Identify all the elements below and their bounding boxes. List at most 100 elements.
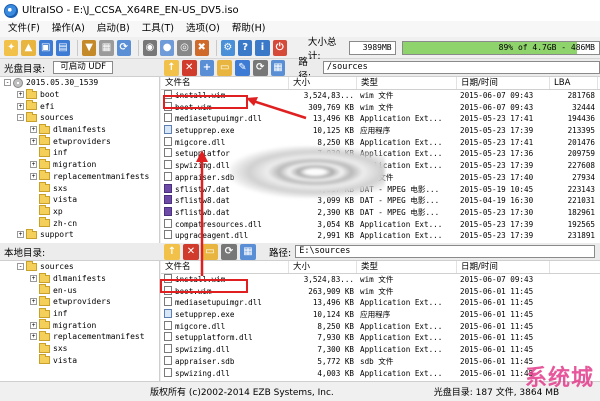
tree-expander[interactable]: - [4, 79, 11, 87]
menu-help[interactable]: 帮助(H) [226, 21, 272, 37]
local-up-folder-icon[interactable]: ↑ [164, 243, 180, 260]
file-row[interactable]: setupprep.exe 10,124 KB 应用程序 2015-06-01 11:… [161, 309, 600, 321]
save-icon[interactable]: ▣ [38, 39, 53, 56]
file-row[interactable]: upgradeagent.dll 2,991 KB Application Ext.… [161, 230, 600, 242]
view-icon[interactable]: ▦ [270, 59, 286, 76]
tree-node[interactable]: vista [0, 193, 159, 206]
file-date: 2015-05-23 17:41 [460, 137, 534, 147]
tree-expander[interactable]: + [17, 91, 24, 99]
info-icon[interactable]: i [255, 39, 270, 56]
tree-node[interactable]: + replacementmanifests [0, 170, 159, 183]
refresh-icon[interactable]: ⟳ [252, 59, 268, 76]
media-file-icon [164, 195, 172, 205]
local-col-type[interactable]: 类型 [357, 261, 457, 273]
local-refresh-icon[interactable]: ⟳ [221, 243, 237, 260]
local-delete-icon[interactable]: ✕ [183, 243, 199, 260]
file-name-text: mediasetupuimgr.dll [175, 298, 262, 308]
compress-icon[interactable]: ▦ [99, 39, 114, 56]
file-row[interactable]: setupplatform.dll 7,930 KB Application Ext… [161, 332, 600, 344]
disc-path-field[interactable]: /sources [322, 61, 600, 74]
file-row[interactable]: mediasetupuimgr.dll 13,496 KB Application … [161, 297, 600, 309]
properties-icon[interactable]: ✎ [235, 59, 250, 76]
file-row[interactable]: compatresources.dll 3,054 KB Application E… [161, 218, 600, 231]
tree-expander[interactable]: + [17, 102, 24, 110]
burn-icon[interactable]: ● [160, 39, 175, 56]
tree-node[interactable]: - sources [0, 111, 159, 124]
tree-node[interactable]: + boot [0, 88, 159, 101]
new-icon[interactable]: ✦ [4, 39, 19, 56]
virtual-drive-icon[interactable]: ◎ [177, 39, 192, 56]
tree-expander[interactable]: + [30, 161, 37, 169]
tree-node[interactable]: - 2015.05.30_1539 [0, 77, 159, 89]
tree-node[interactable]: vista [0, 354, 159, 367]
tree-node[interactable]: zh-cn [0, 217, 159, 229]
tree-node[interactable]: + replacementmanifest [0, 330, 159, 343]
bootable-udf-label[interactable]: 可启动 UDF [53, 61, 114, 74]
tree-node[interactable]: inf [0, 146, 159, 159]
tree-node[interactable]: sxs [0, 182, 159, 194]
exit-icon[interactable]: ⏻ [272, 39, 287, 56]
menu-actions[interactable]: 操作(A) [46, 21, 91, 37]
col-filename[interactable]: 文件名 [161, 77, 289, 89]
tree-node[interactable]: + support [0, 228, 159, 241]
file-row[interactable]: setupprep.exe 10,125 KB 应用程序 2015-05-23 17:… [161, 125, 600, 137]
delete-icon[interactable]: ✕ [181, 59, 197, 76]
save-as-icon[interactable]: ▤ [55, 39, 71, 56]
local-col-date[interactable]: 日期/时间 [457, 261, 550, 273]
mount-icon[interactable]: ◉ [142, 39, 158, 56]
help-icon[interactable]: ? [238, 39, 253, 56]
file-date: 2015-06-01 11:45 [460, 286, 534, 296]
tree-expander[interactable]: + [17, 231, 24, 239]
tree-expander[interactable]: + [30, 321, 37, 329]
add-folder-icon[interactable]: + [199, 59, 215, 76]
menu-bootable[interactable]: 启动(B) [91, 21, 136, 37]
menu-options[interactable]: 选项(O) [180, 21, 226, 37]
options-icon[interactable]: ⚙ [220, 39, 236, 56]
file-row[interactable]: spwizimg.dll 7,300 KB Application Ext... 20… [161, 344, 600, 356]
col-lba[interactable]: LBA [550, 77, 598, 89]
tree-expander[interactable]: - [17, 114, 24, 122]
tree-expander[interactable]: + [30, 172, 37, 180]
col-type[interactable]: 类型 [357, 77, 457, 89]
tree-expander[interactable]: + [30, 298, 37, 306]
tree-expander[interactable]: + [30, 333, 37, 341]
tree-expander[interactable]: + [30, 126, 37, 134]
tree-node[interactable]: - sources [0, 261, 159, 273]
tree-node[interactable]: xp [0, 205, 159, 218]
tree-node[interactable]: + dlmanifests [0, 123, 159, 136]
tree-node[interactable]: + migration [0, 319, 159, 331]
tree-node[interactable]: + etwproviders [0, 295, 159, 308]
file-row[interactable]: sflistwb.dat 2,390 KB DAT - MPEG 电影... 2015… [161, 206, 600, 219]
col-date[interactable]: 日期/时间 [457, 77, 550, 89]
tree-node[interactable]: inf [0, 307, 159, 320]
local-path-field[interactable]: E:\sources [295, 245, 596, 258]
site-watermark: 系统城 [524, 366, 594, 391]
local-col-filename[interactable]: 文件名 [161, 261, 289, 273]
open-icon[interactable]: ▲ [21, 39, 36, 56]
tree-expander[interactable]: - [17, 263, 24, 271]
tree-node[interactable]: + dlmanifests [0, 272, 159, 285]
menu-file[interactable]: 文件(F) [2, 21, 46, 37]
local-col-size[interactable]: 大小 [289, 261, 357, 273]
tree-node[interactable]: en-us [0, 284, 159, 296]
tree-expander[interactable]: + [30, 275, 37, 283]
tree-node[interactable]: sxs [0, 342, 159, 355]
file-row[interactable]: migcore.dll 8,250 KB Application Ext... 201… [161, 320, 600, 333]
file-date: 2015-05-23 17:39 [460, 126, 534, 136]
up-folder-icon[interactable]: ↑ [164, 59, 179, 76]
title-bar: UltraISO - E:\J_CCSA_X64RE_EN-US_DV5.iso [0, 0, 600, 21]
tree-node[interactable]: + etwproviders [0, 135, 159, 147]
tools-icon[interactable]: ✖ [194, 39, 209, 56]
convert-icon[interactable]: ⟳ [116, 39, 131, 56]
tree-node[interactable]: + migration [0, 158, 159, 171]
local-view-icon[interactable]: ▦ [240, 243, 256, 260]
extract-icon[interactable]: ▼ [82, 39, 97, 56]
menu-tools[interactable]: 工具(T) [136, 21, 180, 37]
tree-expander[interactable]: + [30, 137, 37, 145]
new-folder-icon[interactable]: ▭ [217, 59, 233, 76]
local-new-folder-icon[interactable]: ▭ [202, 243, 218, 260]
file-lba: 194436 [567, 114, 595, 124]
file-row[interactable]: mediasetupuimgr.dll 13,496 KB Application … [161, 113, 600, 125]
tree-node[interactable]: + efi [0, 100, 159, 112]
col-size[interactable]: 大小 [289, 77, 357, 89]
